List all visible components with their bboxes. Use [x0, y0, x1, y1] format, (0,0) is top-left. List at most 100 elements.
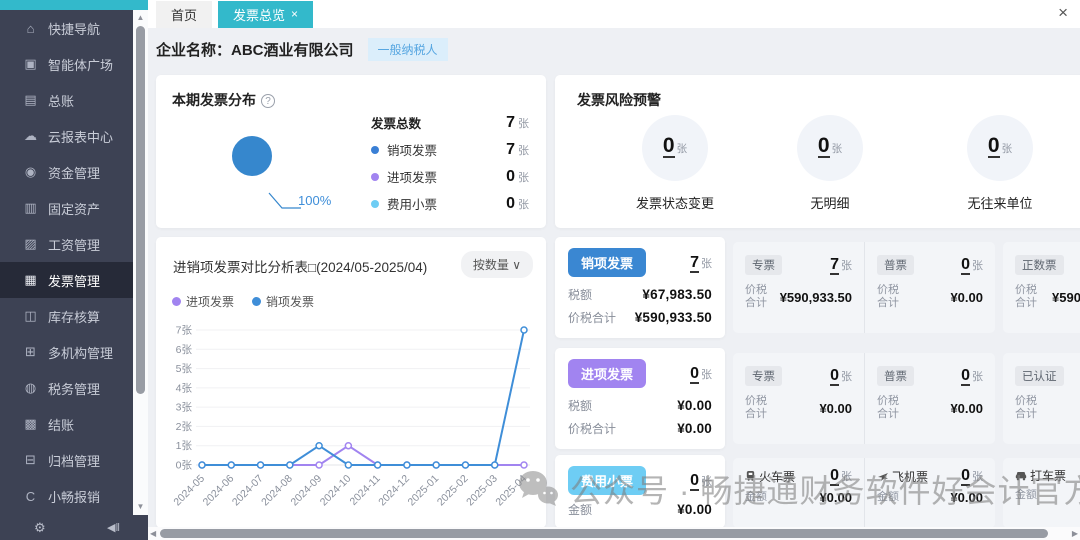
- cloud-report-icon: ☁: [24, 128, 37, 143]
- count-link[interactable]: 7: [830, 256, 839, 275]
- sidebar-item-archive[interactable]: ⊟ 归档管理: [0, 442, 133, 478]
- invoice-risk-panel: 发票风险预警 0张 发票状态变更 0张 无明细 0张 无往来单位: [555, 75, 1080, 228]
- collapse-sidebar-icon[interactable]: ◀‖: [107, 521, 120, 534]
- app-window: ⌂ 快捷导航 ▣ 智能体广场 ▤ 总账 ☁ 云报表中心 ◉ 资金管理 ▥ 固定资产 ▨ 工资管…: [0, 0, 1080, 540]
- inventory-icon: ◫: [24, 308, 37, 323]
- funds-icon: ◉: [24, 164, 37, 179]
- risk-item-status-change: 0张 发票状态变更: [600, 115, 750, 212]
- donut-percent-label: 100%: [298, 193, 332, 208]
- scroll-up-icon[interactable]: ▲: [133, 13, 148, 22]
- count-link[interactable]: 0: [961, 256, 970, 275]
- sidebar-item-reimburse[interactable]: C 小畅报销: [0, 478, 133, 514]
- svg-text:2025-04: 2025-04: [493, 473, 529, 509]
- count-link[interactable]: 0: [961, 367, 970, 386]
- sidebar-item-fixed-assets[interactable]: ▥ 固定资产: [0, 190, 133, 226]
- svg-text:0张: 0张: [176, 460, 193, 472]
- taxpayer-badge: 一般纳税人: [367, 38, 448, 61]
- plane-icon: [878, 473, 888, 481]
- expense-count-link[interactable]: 0: [690, 471, 699, 491]
- distribution-legend: 发票总数 7张 销项发票 7张 进项发票 0张 费用小票 0张: [371, 109, 529, 217]
- help-icon[interactable]: ?: [261, 94, 275, 108]
- general-ledger-icon: ▤: [24, 92, 37, 107]
- count-link[interactable]: 0: [961, 467, 970, 486]
- general-invoice-block: 普票 0 张 价税合计 ¥0.00: [864, 242, 995, 333]
- sales-dot-icon: [371, 145, 379, 154]
- count-link[interactable]: 0: [830, 367, 839, 386]
- tab-home[interactable]: 首页: [156, 0, 213, 28]
- svg-text:2024-08: 2024-08: [259, 473, 295, 509]
- sales-invoice-button[interactable]: 销项发票: [568, 248, 647, 277]
- tax-amount-row: 税额 ¥67,983.50: [568, 287, 712, 302]
- legend-purchase[interactable]: 进项发票: [172, 293, 234, 310]
- agent-plaza-icon: ▣: [24, 56, 37, 71]
- sidebar-item-quick-nav[interactable]: ⌂ 快捷导航: [0, 10, 133, 46]
- risk-item-no-partner: 0张 无往来单位: [925, 115, 1075, 212]
- sidebar-item-tax[interactable]: ◍ 税务管理: [0, 370, 133, 406]
- svg-text:3张: 3张: [176, 402, 193, 414]
- svg-text:2024-10: 2024-10: [318, 473, 354, 509]
- tax-inclusive-total-row: 价税合计 ¥590,933.50: [568, 310, 712, 325]
- purchase-invoice-button[interactable]: 进项发票: [568, 359, 647, 388]
- legend-sales[interactable]: 销项发票: [252, 293, 314, 310]
- svg-text:2张: 2张: [176, 421, 193, 433]
- purchase-count-link[interactable]: 0: [690, 364, 699, 384]
- plane-ticket-block: 飞机票 0张 金额 ¥0.00: [864, 458, 995, 528]
- window-close-icon[interactable]: ×: [1058, 4, 1068, 21]
- tab-close-icon[interactable]: ×: [291, 7, 298, 21]
- sidebar-item-funds[interactable]: ◉ 资金管理: [0, 154, 133, 190]
- h-scroll-thumb[interactable]: [160, 529, 1048, 538]
- company-name: 企业名称：ABC酒业有限公司: [156, 42, 354, 59]
- horizontal-scrollbar: ◀ ▶: [148, 527, 1080, 540]
- scroll-right-icon[interactable]: ▶: [1072, 529, 1078, 538]
- settings-gear-icon[interactable]: ⚙: [34, 520, 46, 536]
- home-icon: ⌂: [26, 20, 35, 36]
- svg-text:2024-07: 2024-07: [230, 473, 266, 509]
- panel-title: 本期发票分布: [172, 92, 256, 108]
- sales-invoice-card: 销项发票 7张 税额 ¥67,983.50 价税合计 ¥590,933.50: [555, 237, 725, 338]
- sidebar-item-invoice[interactable]: ▦ 发票管理: [0, 262, 133, 298]
- svg-text:2024-06: 2024-06: [201, 473, 237, 509]
- scroll-down-icon[interactable]: ▼: [133, 502, 148, 511]
- svg-text:2025-01: 2025-01: [406, 473, 442, 509]
- expense-sub-card: 火车票 0张 金额 ¥0.00 飞机票 0张 金额 ¥0.00: [733, 458, 995, 528]
- risk-count-circle[interactable]: 0张: [642, 115, 708, 181]
- svg-text:7张: 7张: [176, 325, 193, 337]
- sidebar-scroll-thumb[interactable]: [136, 26, 145, 394]
- sidebar-item-payroll[interactable]: ▨ 工资管理: [0, 226, 133, 262]
- sales-sub-card: 专票 7 张 价税合计 ¥590,933.50 普票 0 张 价税合计 ¥0.00: [733, 242, 995, 333]
- expense-receipt-button[interactable]: 费用小票: [568, 466, 647, 495]
- risk-count-circle[interactable]: 0张: [797, 115, 863, 181]
- taxi-icon: [1015, 472, 1027, 481]
- risk-count-circle[interactable]: 0张: [967, 115, 1033, 181]
- multi-org-icon: ⊞: [25, 344, 36, 359]
- svg-text:4张: 4张: [176, 382, 193, 394]
- taxi-ticket-card: 打车票 金额: [1003, 458, 1080, 528]
- certified-invoice-card: 已认证 价税合计: [1003, 353, 1080, 444]
- donut-leader-line: [268, 192, 301, 209]
- legend-row-sales: 销项发票 7张: [371, 136, 529, 163]
- tab-invoice-overview[interactable]: 发票总览 ×: [218, 0, 314, 28]
- legend-row-total: 发票总数 7张: [371, 113, 529, 132]
- svg-text:2024-05: 2024-05: [171, 473, 207, 509]
- sidebar-item-cloud-report[interactable]: ☁ 云报表中心: [0, 118, 133, 154]
- sidebar-item-closing[interactable]: ▩ 结账: [0, 406, 133, 442]
- legend-row-expense: 费用小票 0张: [371, 190, 529, 217]
- sidebar-item-multi-org[interactable]: ⊞ 多机构管理: [0, 334, 133, 370]
- comparison-chart-panel: 进销项发票对比分析表□(2024/05-2025/04) 按数量 ∨ 进项发票 …: [156, 237, 546, 528]
- reimburse-icon: C: [25, 488, 36, 504]
- svg-text:2025-02: 2025-02: [435, 473, 471, 509]
- sidebar-item-agent-plaza[interactable]: ▣ 智能体广场: [0, 46, 133, 82]
- company-header: 企业名称：ABC酒业有限公司 一般纳税人: [156, 38, 448, 61]
- sales-count-link[interactable]: 7: [690, 253, 699, 273]
- special-invoice-block: 专票 7 张 价税合计 ¥590,933.50: [745, 255, 852, 310]
- sidebar-item-general-ledger[interactable]: ▤ 总账: [0, 82, 133, 118]
- tab-bar: 首页 发票总览 × ×: [148, 0, 1080, 28]
- train-ticket-block: 火车票 0张 金额 ¥0.00: [745, 467, 852, 505]
- count-link[interactable]: 0: [830, 467, 839, 486]
- expense-dot-icon: [371, 199, 379, 208]
- count-filter-dropdown[interactable]: 按数量 ∨: [460, 251, 533, 278]
- tax-icon: ◍: [24, 380, 37, 395]
- risk-item-no-detail: 0张 无明细: [755, 115, 905, 212]
- sidebar-item-inventory[interactable]: ◫ 库存核算: [0, 298, 133, 334]
- scroll-left-icon[interactable]: ◀: [150, 529, 156, 538]
